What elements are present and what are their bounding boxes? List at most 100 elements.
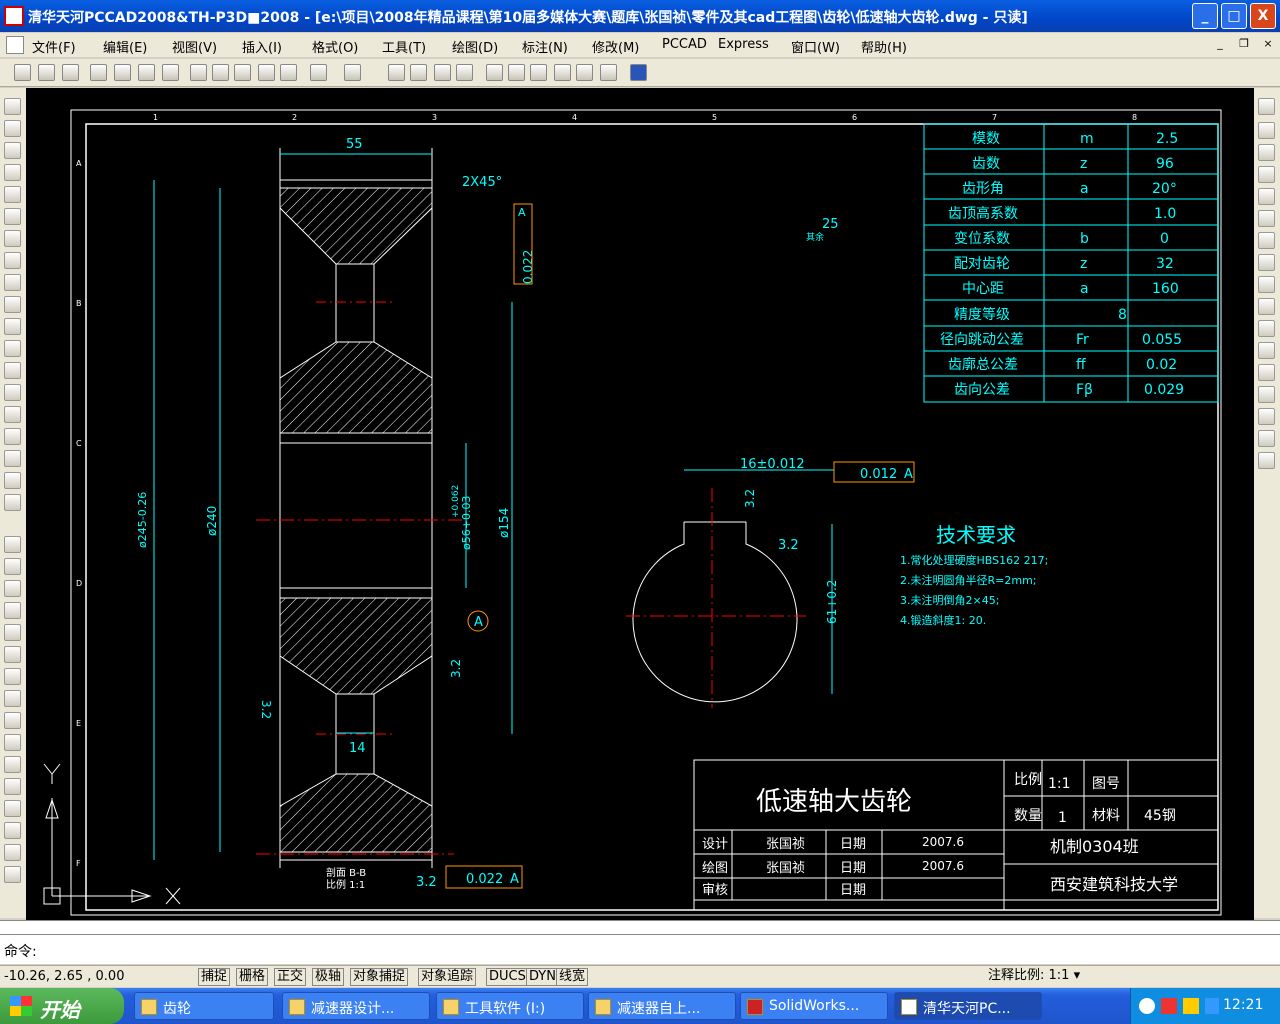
undo-icon[interactable]: [310, 64, 327, 81]
preview-icon[interactable]: [114, 64, 131, 81]
app-icon[interactable]: [4, 6, 24, 26]
doc-icon[interactable]: [6, 36, 24, 54]
trim-icon[interactable]: [4, 734, 21, 751]
mtext-icon[interactable]: [4, 494, 21, 511]
arc-icon[interactable]: [4, 208, 21, 225]
menu-view[interactable]: 视图(V): [172, 37, 217, 56]
drawing-svg[interactable]: 1 2 3 4 5 6 7 8 A B C D E F 55 2X45° 14 …: [26, 88, 1254, 920]
calculator-icon[interactable]: [600, 64, 617, 81]
block-editor-icon[interactable]: [280, 64, 297, 81]
polygon-icon[interactable]: [4, 164, 21, 181]
zoom-realtime-icon[interactable]: [410, 64, 427, 81]
cut-icon[interactable]: [190, 64, 207, 81]
ortho-toggle[interactable]: 正交: [274, 968, 307, 986]
pccad-text2-icon[interactable]: [1258, 298, 1275, 315]
polar-toggle[interactable]: 极轴: [312, 968, 345, 986]
snap-toggle[interactable]: 捕捉: [198, 968, 231, 986]
pan-icon[interactable]: [388, 64, 405, 81]
copy-object-icon[interactable]: [4, 558, 21, 575]
volume-icon[interactable]: [1205, 998, 1219, 1014]
stretch-icon[interactable]: [4, 712, 21, 729]
maximize-button[interactable]: □: [1221, 3, 1247, 29]
minimize-button[interactable]: _: [1192, 3, 1218, 29]
pccad-tool-11-icon[interactable]: [1258, 320, 1275, 337]
gear-section-view[interactable]: [256, 148, 466, 868]
scale-icon[interactable]: [4, 690, 21, 707]
doc-restore-button[interactable]: ❐: [1236, 37, 1252, 52]
doc-close-button[interactable]: ×: [1260, 37, 1276, 52]
drawing-canvas[interactable]: 1 2 3 4 5 6 7 8 A B C D E F 55 2X45° 14 …: [26, 88, 1254, 920]
pccad-tool-9-icon[interactable]: [1258, 276, 1275, 293]
ellipse-arc-icon[interactable]: [4, 318, 21, 335]
task-reducer-doc[interactable]: 减速器自上...: [588, 992, 736, 1020]
erase-icon[interactable]: [4, 536, 21, 553]
array-icon[interactable]: [4, 624, 21, 641]
move-icon[interactable]: [4, 646, 21, 663]
pccad-tool-6-icon[interactable]: [1258, 210, 1275, 227]
line-icon[interactable]: [4, 98, 21, 115]
pccad-tool-1-icon[interactable]: [1258, 98, 1275, 115]
markup-icon[interactable]: [576, 64, 593, 81]
osnap-toggle[interactable]: 对象捕捉: [350, 968, 409, 986]
gradient-icon[interactable]: [4, 428, 21, 445]
menu-insert[interactable]: 插入(I): [242, 37, 282, 56]
pccad-tool-5-icon[interactable]: [1258, 188, 1275, 205]
task-reducer-design[interactable]: 减速器设计...: [282, 992, 430, 1020]
help-icon[interactable]: [630, 64, 647, 81]
menu-window[interactable]: 窗口(W): [791, 37, 840, 56]
rectangle-icon[interactable]: [4, 186, 21, 203]
doc-minimize-button[interactable]: _: [1212, 37, 1228, 52]
new-icon[interactable]: [14, 64, 31, 81]
menu-express[interactable]: Express: [718, 37, 769, 52]
revision-cloud-icon[interactable]: [4, 252, 21, 269]
publish-icon[interactable]: [138, 64, 155, 81]
security-icon[interactable]: [1183, 998, 1199, 1014]
region-icon[interactable]: [4, 450, 21, 467]
copy-icon[interactable]: [212, 64, 229, 81]
pccad-tool-3-icon[interactable]: [1258, 144, 1275, 161]
properties-icon[interactable]: [486, 64, 503, 81]
menu-modify[interactable]: 修改(M): [592, 37, 639, 56]
task-folder-gear[interactable]: 齿轮: [134, 992, 274, 1020]
paste-icon[interactable]: [234, 64, 251, 81]
break-icon[interactable]: [4, 778, 21, 795]
task-tools-drive[interactable]: 工具软件 (I:): [436, 992, 584, 1020]
redo-icon[interactable]: [344, 64, 361, 81]
offset-icon[interactable]: [4, 602, 21, 619]
close-button[interactable]: X: [1250, 3, 1276, 29]
explode-icon[interactable]: [4, 866, 21, 883]
ellipse-icon[interactable]: [4, 296, 21, 313]
save-icon[interactable]: [62, 64, 79, 81]
insert-block-icon[interactable]: [4, 340, 21, 357]
plot-icon[interactable]: [90, 64, 107, 81]
pccad-tool-12-icon[interactable]: [1258, 342, 1275, 359]
tool-palettes-icon[interactable]: [530, 64, 547, 81]
menu-draw[interactable]: 绘图(D): [452, 37, 498, 56]
pccad-text-icon[interactable]: [1258, 166, 1275, 183]
pccad-tool-16-icon[interactable]: [1258, 430, 1275, 447]
start-button[interactable]: 开始: [0, 988, 124, 1024]
extend-icon[interactable]: [4, 756, 21, 773]
pccad-tool-15-icon[interactable]: [1258, 408, 1275, 425]
design-center-icon[interactable]: [508, 64, 525, 81]
menu-help[interactable]: 帮助(H): [861, 37, 907, 56]
ducs-toggle[interactable]: DUCS: [486, 968, 529, 986]
open-icon[interactable]: [38, 64, 55, 81]
pccad-tool-17-icon[interactable]: [1258, 452, 1275, 469]
chamfer-icon[interactable]: [4, 822, 21, 839]
circle-icon[interactable]: [4, 230, 21, 247]
join-icon[interactable]: [4, 800, 21, 817]
sheet-set-icon[interactable]: [554, 64, 571, 81]
pccad-tool-8-icon[interactable]: [1258, 254, 1275, 271]
pccad-tool-2-icon[interactable]: [1258, 122, 1275, 139]
match-properties-icon[interactable]: [258, 64, 275, 81]
antivirus-icon[interactable]: [1161, 998, 1177, 1014]
lineweight-toggle[interactable]: 线宽: [556, 968, 589, 986]
rotate-icon[interactable]: [4, 668, 21, 685]
spline-icon[interactable]: [4, 274, 21, 291]
task-solidworks[interactable]: SolidWorks...: [740, 992, 888, 1020]
menu-tools[interactable]: 工具(T): [382, 37, 426, 56]
pccad-tool-14-icon[interactable]: [1258, 386, 1275, 403]
fillet-icon[interactable]: [4, 844, 21, 861]
hatch-icon[interactable]: [4, 406, 21, 423]
